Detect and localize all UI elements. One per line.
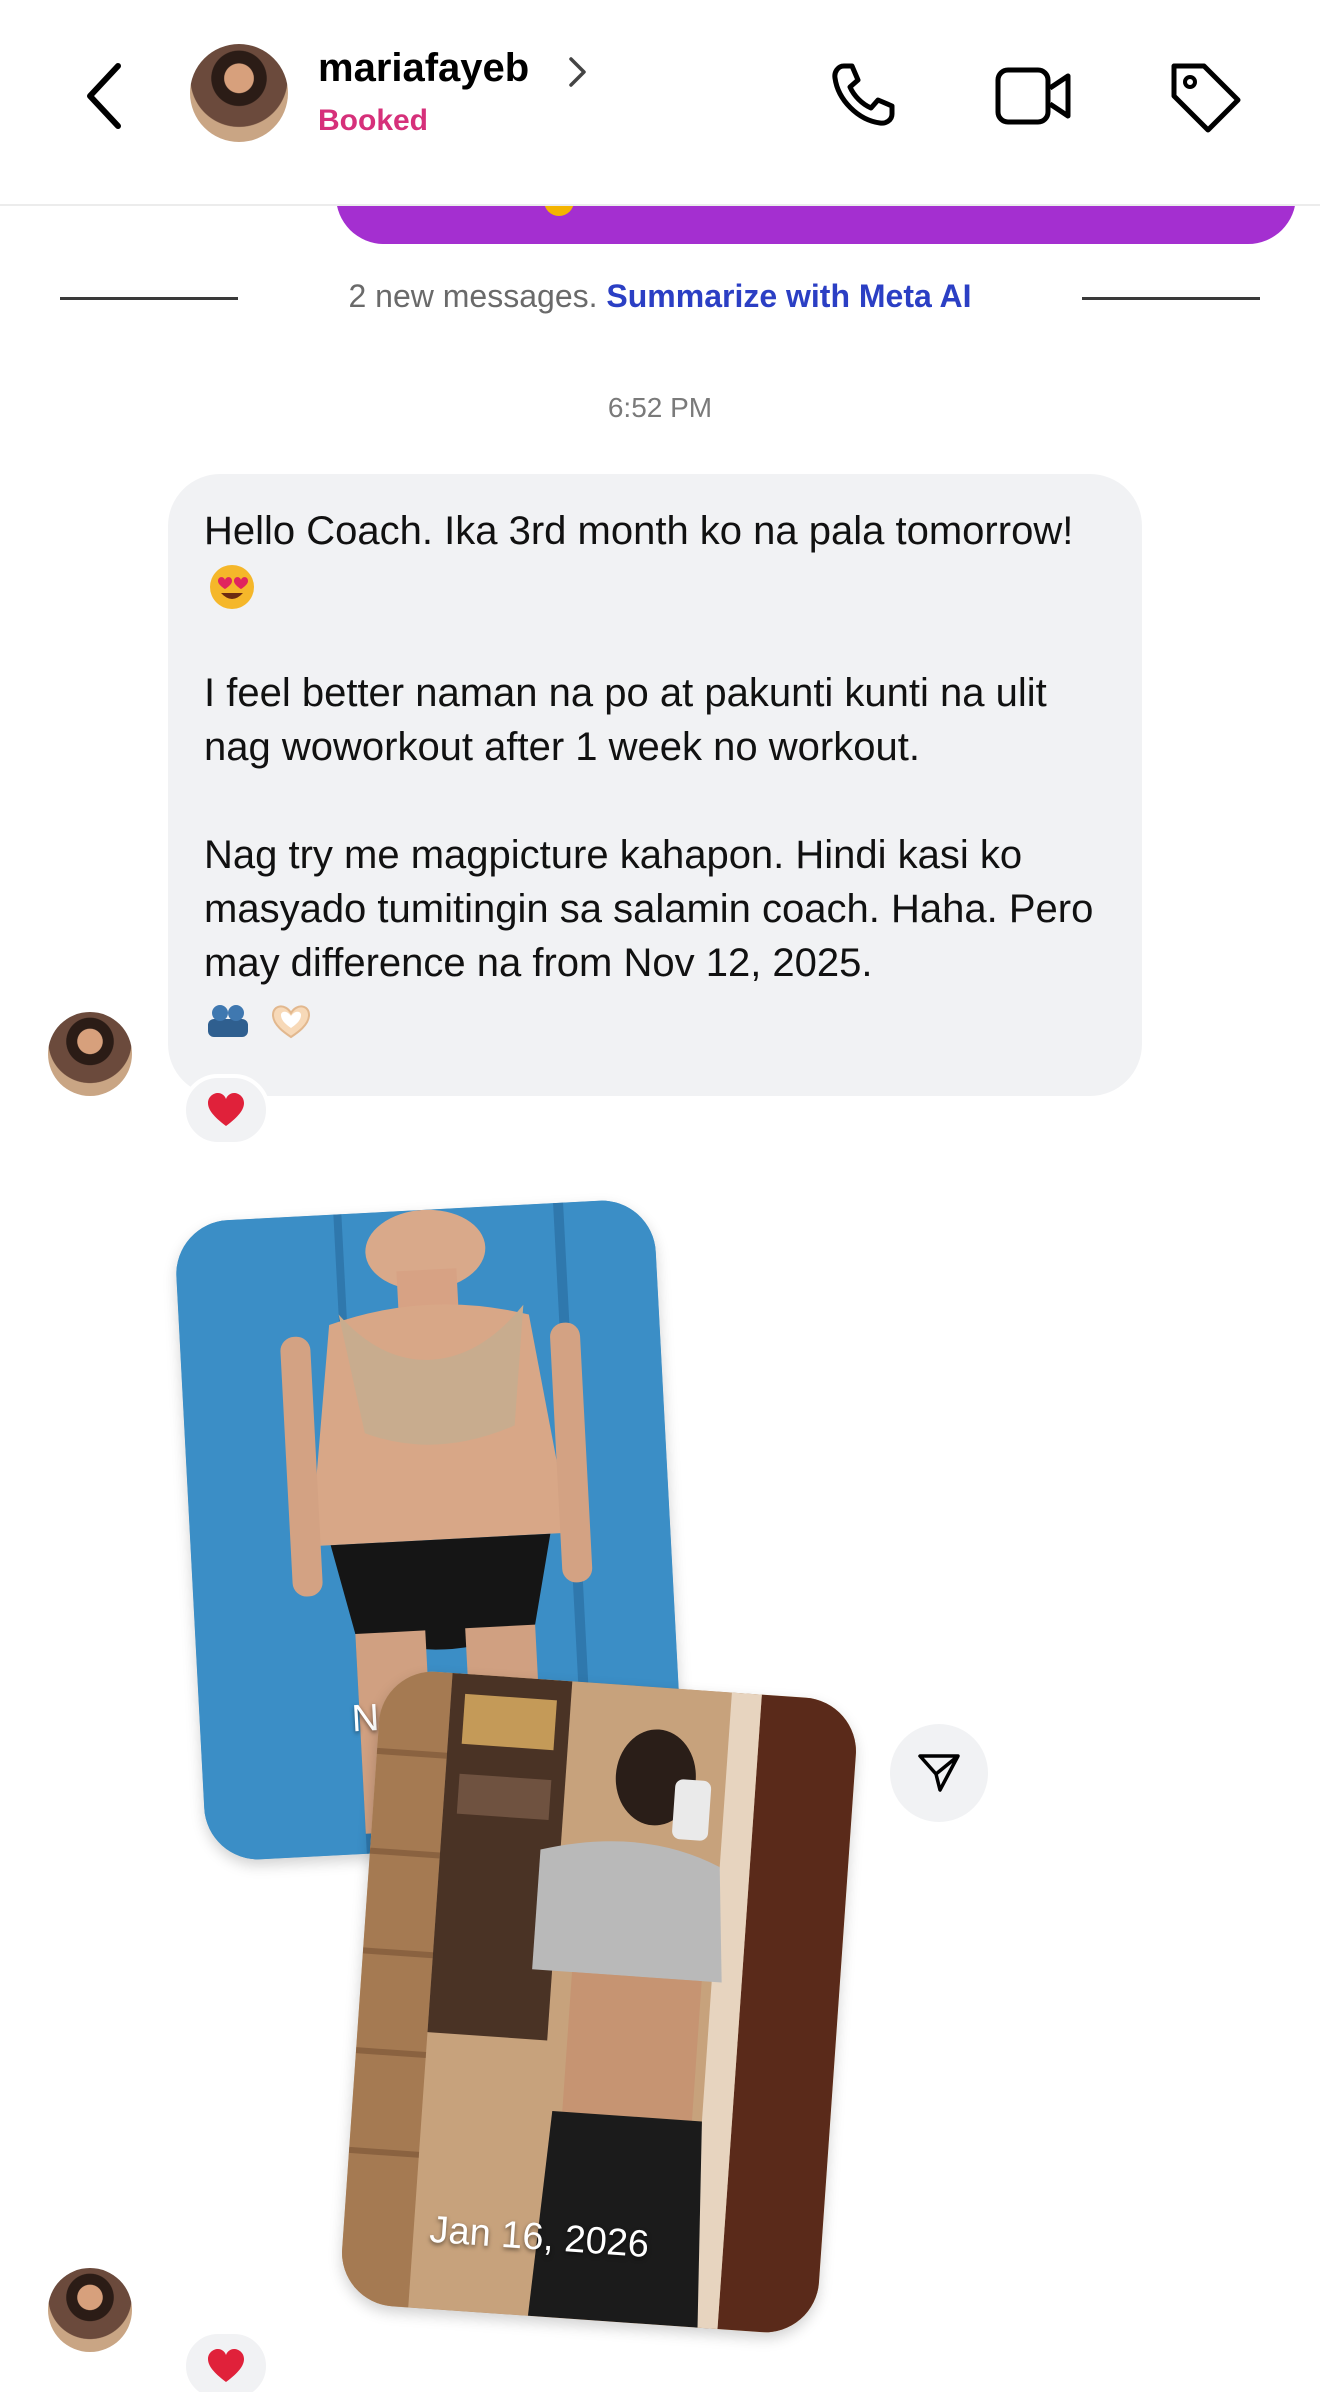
chevron-left-icon[interactable] — [72, 56, 142, 136]
heart-eyes-emoji — [210, 565, 254, 610]
new-messages-count: 2 new messages. — [348, 278, 598, 314]
avatar[interactable] — [48, 1012, 132, 1096]
heart-reaction[interactable] — [182, 2330, 270, 2392]
share-button[interactable] — [890, 1724, 988, 1822]
message-paragraph: Nag try me magpicture kahapon. Hindi kas… — [204, 833, 1094, 985]
summarize-meta-ai-link[interactable]: Summarize with Meta AI — [606, 278, 971, 314]
chat-header: mariafayeb Booked — [0, 0, 1320, 206]
heart-reaction[interactable] — [182, 1074, 270, 1146]
contact-name[interactable]: mariafayeb — [318, 46, 529, 91]
tag-icon[interactable] — [1164, 56, 1248, 136]
chevron-right-icon[interactable] — [566, 54, 590, 90]
message-paragraph: Hello Coach. Ika 3rd month ko na pala to… — [204, 509, 1074, 553]
avatar[interactable] — [190, 44, 288, 142]
dumbbell-emoji — [208, 1005, 248, 1038]
phone-icon[interactable] — [822, 56, 906, 136]
send-icon — [918, 1754, 960, 1792]
avatar[interactable] — [48, 2268, 132, 2352]
new-messages-divider: 2 new messages. Summarize with Meta AI — [0, 278, 1320, 315]
heart-emoji — [208, 1093, 244, 1126]
progress-photo-after[interactable]: Jan 16, 2026 — [338, 1668, 860, 2336]
message-timestamp: 6:52 PM — [607, 392, 713, 423]
chat-screen: mariafayeb Booked 2 new messages. Summar… — [0, 0, 1320, 2392]
heart-hands-emoji — [272, 1005, 311, 1039]
message-paragraph: I feel better naman na po at pakunti kun… — [204, 671, 1047, 769]
heart-emoji — [208, 2349, 244, 2382]
status-badge: Booked — [318, 104, 429, 137]
video-camera-icon[interactable] — [992, 56, 1076, 136]
message-text: Hello Coach. Ika 3rd month ko na pala to… — [204, 504, 1124, 1044]
